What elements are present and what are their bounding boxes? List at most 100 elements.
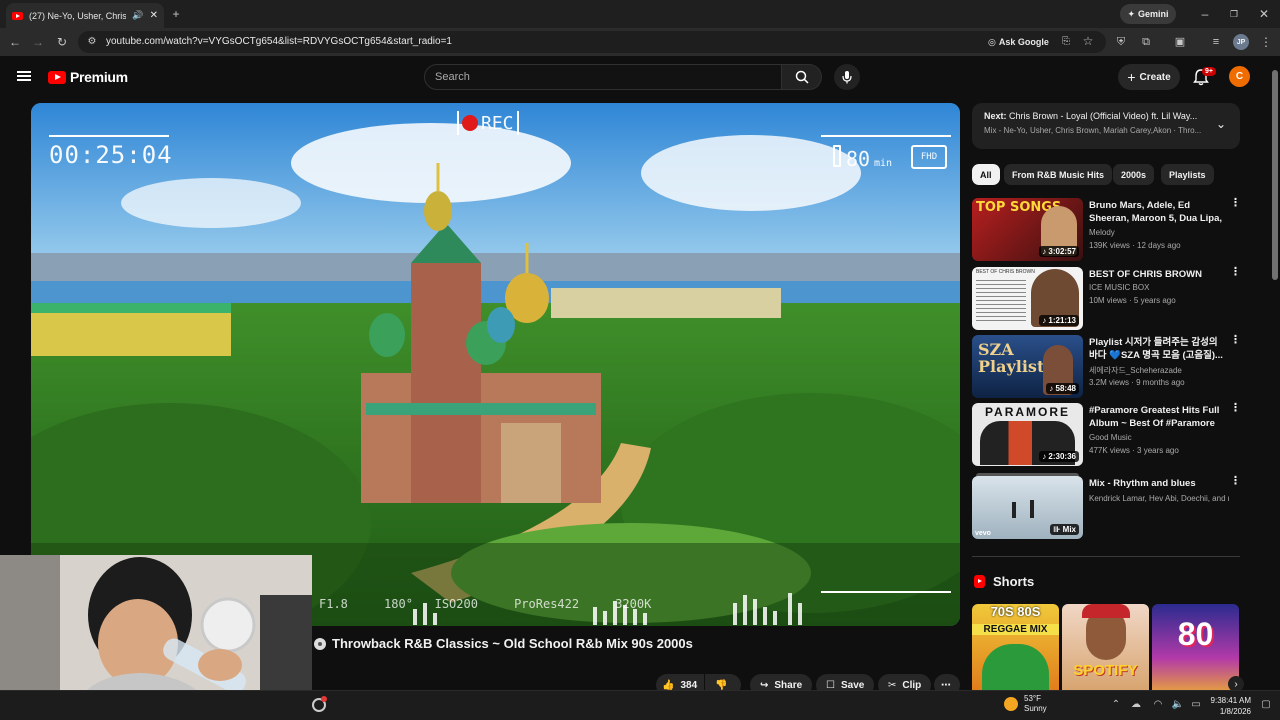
duration-text: 3:02:57 — [1048, 247, 1076, 256]
recommendation-item[interactable]: PARAMORE ♪ 2:30:36 #Paramore Greatest Hi… — [972, 403, 1241, 467]
extensions-puzzle-icon[interactable]: ⧉ — [1138, 35, 1154, 49]
notification-count-badge: 9+ — [1202, 67, 1216, 76]
short-label-top: 70S 80S — [990, 604, 1041, 619]
channel-name[interactable]: ICE MUSIC BOX — [1089, 283, 1229, 292]
more-vertical-icon[interactable]: ⋮ — [1230, 476, 1241, 487]
recommendation-item[interactable]: BEST OF CHRIS BROWN ♪ 1:21:13 BEST OF CH… — [972, 267, 1241, 331]
chevron-down-icon[interactable]: ⌄ — [1216, 117, 1226, 131]
new-tab-icon[interactable]: + — [168, 7, 184, 21]
short-tile[interactable]: SPOTIFY — [1062, 604, 1149, 694]
reload-icon[interactable]: ↻ — [54, 35, 70, 49]
video-thumbnail[interactable]: vevo ⊪ Mix — [972, 476, 1083, 539]
more-vertical-icon[interactable]: ⋮ — [1230, 335, 1241, 346]
plus-icon: + — [1127, 69, 1136, 85]
system-clock[interactable]: 9:38:41 AM 1/8/2026 — [1206, 695, 1251, 717]
create-button[interactable]: + Create — [1118, 64, 1180, 90]
profile-avatar[interactable]: JP — [1233, 34, 1249, 50]
back-icon[interactable]: ← — [7, 35, 23, 49]
shorts-logo-icon — [974, 575, 985, 588]
short-palm-art — [982, 644, 1049, 694]
tray-app-icon[interactable]: ☁ — [1128, 698, 1144, 712]
page-scrollbar[interactable] — [1272, 70, 1278, 280]
more-vertical-icon[interactable]: ⋮ — [1230, 403, 1241, 414]
video-thumbnail[interactable]: TOP SONGS ♪ 3:02:57 — [972, 198, 1083, 261]
wifi-icon[interactable]: ◠ — [1150, 698, 1166, 712]
up-next-video: Chris Brown - Loyal (Official Video) ft.… — [1009, 111, 1198, 121]
save-label: Save — [840, 679, 865, 691]
video-title: Throwback R&B Classics ~ Old School R&b … — [314, 636, 693, 651]
shield-extension-icon[interactable]: ⛨ — [1113, 35, 1129, 49]
tray-chevron-up-icon[interactable]: ⌃ — [1108, 698, 1124, 712]
video-frame-scene — [31, 103, 960, 626]
thumbnail-text: BEST OF CHRIS BROWN — [976, 269, 1035, 275]
thumbnail-text: vevo — [975, 530, 991, 537]
short-label-top: 80 — [1177, 616, 1214, 652]
hud-battery-value: 80 — [846, 147, 871, 171]
search-input[interactable]: Search — [424, 64, 782, 90]
chip-playlists[interactable]: Playlists — [1161, 164, 1214, 185]
close-window-icon[interactable]: ✕ — [1256, 7, 1272, 21]
more-horizontal-icon: ⋯ — [941, 679, 951, 691]
address-bar[interactable]: ⚙ youtube.com/watch?v=VYGsOCTg654&list=R… — [78, 31, 1106, 53]
chip-all[interactable]: All — [972, 164, 1000, 185]
browser-tab-bar: (27) Ne-Yo, Usher, Chris Bro 🔊 ✕ + ✦ Gem… — [0, 0, 1280, 28]
voice-search-button[interactable] — [834, 64, 860, 90]
tab-title: (27) Ne-Yo, Usher, Chris Bro — [29, 10, 127, 21]
youtube-premium-logo[interactable]: Premium — [48, 69, 128, 85]
more-vertical-icon[interactable]: ⋮ — [1230, 198, 1241, 209]
recommendation-item[interactable]: SZA Playlist ♪ 58:48 Playlist 시저가 들려주는 감… — [972, 335, 1241, 399]
hamburger-menu-icon[interactable] — [17, 71, 31, 81]
site-info-icon[interactable]: ⚙ — [84, 35, 100, 49]
tab-close-icon[interactable]: ✕ — [150, 10, 158, 21]
weather-widget[interactable]: 53°F Sunny — [1004, 694, 1047, 714]
thumbnail-tracklist — [976, 277, 1026, 323]
recommendation-item[interactable]: TOP SONGS ♪ 3:02:57 Bruno Mars, Adele, E… — [972, 198, 1241, 262]
thumbnail-text: SZA Playlist — [978, 340, 1045, 376]
forward-icon[interactable]: → — [30, 35, 46, 49]
gemini-button[interactable]: ✦ Gemini — [1120, 4, 1176, 24]
notification-center-icon[interactable]: ▢ — [1258, 698, 1274, 712]
chip-2000s[interactable]: 2000s — [1113, 164, 1155, 185]
search-button[interactable] — [782, 64, 822, 90]
video-title[interactable]: #Paramore Greatest Hits Full Album ~ Bes… — [1089, 404, 1225, 430]
ask-google-button[interactable]: ◎ Ask Google — [984, 33, 1053, 51]
chip-from-rnb-music-hits[interactable]: From R&B Music Hits — [1004, 164, 1113, 185]
video-title[interactable]: BEST OF CHRIS BROWN — [1089, 268, 1225, 281]
short-tile[interactable]: 80 — [1152, 604, 1239, 694]
video-title[interactable]: Mix - Rhythm and blues — [1089, 477, 1225, 490]
channel-name[interactable]: Kendrick Lamar, Hev Abi, Doechii, and m.… — [1089, 494, 1229, 503]
up-next-card[interactable]: Next: Chris Brown - Loyal (Official Vide… — [972, 103, 1240, 149]
tab-audio-icon[interactable]: 🔊 — [132, 10, 143, 21]
install-app-icon[interactable]: ⎘ — [1058, 35, 1074, 49]
browser-tab[interactable]: (27) Ne-Yo, Usher, Chris Bro 🔊 ✕ — [6, 3, 164, 28]
channel-name[interactable]: Melody — [1089, 228, 1229, 237]
account-avatar[interactable]: C — [1229, 66, 1250, 87]
shorts-title: Shorts — [993, 574, 1035, 589]
video-thumbnail[interactable]: BEST OF CHRIS BROWN ♪ 1:21:13 — [972, 267, 1083, 330]
media-queue-icon[interactable]: ≡ — [1208, 35, 1224, 49]
maximize-icon[interactable]: ❐ — [1226, 7, 1242, 21]
volume-icon[interactable]: 🔈 — [1170, 698, 1186, 712]
video-player[interactable]: 00:25:04 REC 80 min FHD F1.8 180° ISO200… — [31, 103, 960, 626]
battery-icon[interactable]: ▭ — [1188, 698, 1204, 712]
side-panel-icon[interactable]: ▣ — [1172, 35, 1188, 49]
youtube-logo-icon — [48, 70, 66, 84]
audio-visualizer — [413, 593, 802, 625]
short-headwrap — [1082, 604, 1130, 618]
gemini-label: Gemini — [1138, 9, 1169, 19]
clip-label: Clip — [902, 679, 922, 691]
video-thumbnail[interactable]: PARAMORE ♪ 2:30:36 — [972, 403, 1083, 466]
browser-menu-icon[interactable]: ⋮ — [1258, 35, 1274, 49]
short-tile[interactable]: 70S 80S REGGAE MIX — [972, 604, 1059, 694]
video-title[interactable]: Playlist 시저가 들려주는 감성의 바다 💙SZA 명곡 모음 (고음질… — [1089, 336, 1225, 362]
video-title[interactable]: Bruno Mars, Adele, Ed Sheeran, Maroon 5,… — [1089, 199, 1225, 225]
channel-name[interactable]: Good Music — [1089, 433, 1229, 442]
more-vertical-icon[interactable]: ⋮ — [1230, 267, 1241, 278]
video-thumbnail[interactable]: SZA Playlist ♪ 58:48 — [972, 335, 1083, 398]
channel-name[interactable]: 세에라자드_Scheherazade — [1089, 365, 1229, 376]
bookmark-star-icon[interactable]: ☆ — [1080, 34, 1096, 48]
recommendation-item[interactable]: vevo ⊪ Mix Mix - Rhythm and blues Kendri… — [972, 473, 1241, 540]
recording-red-dot — [321, 696, 327, 702]
short-label-bottom: SPOTIFY — [1073, 662, 1138, 679]
minimize-icon[interactable]: – — [1197, 7, 1213, 21]
